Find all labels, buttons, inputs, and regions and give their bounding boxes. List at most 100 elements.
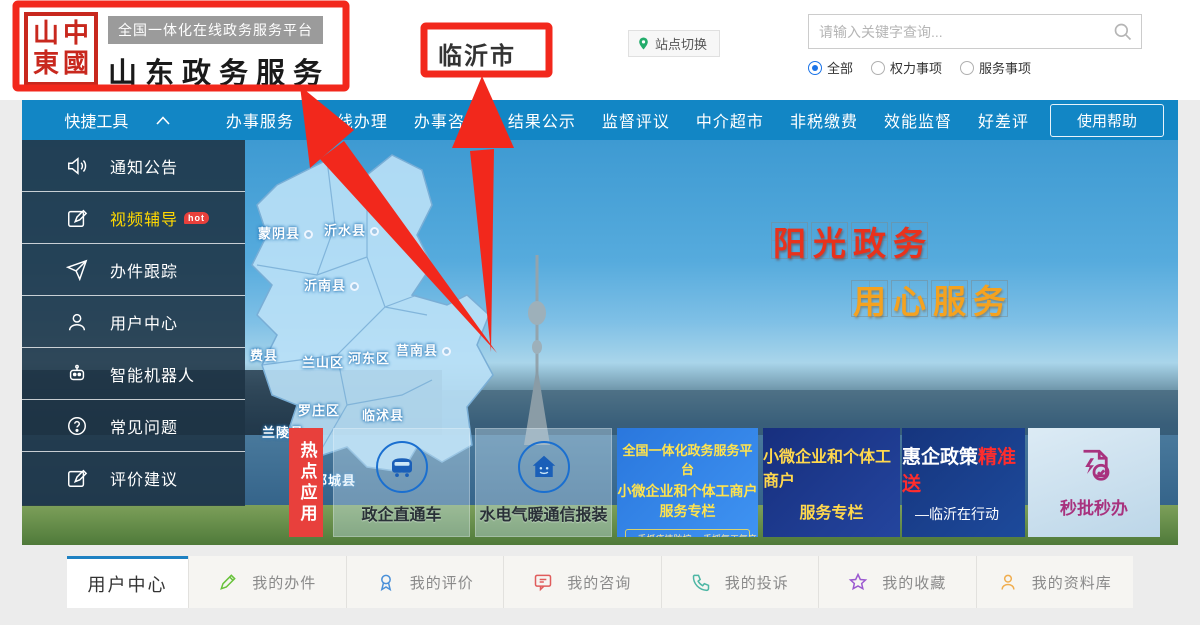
platform-badge: 全国一体化在线政务服务平台 — [108, 16, 323, 44]
seal-logo-icon: 山 中 東 國 — [24, 12, 98, 86]
main-nav: 快捷工具 办事服务 在线办理 办事咨询 结果公示 监督评议 中介超市 非税缴费 … — [22, 100, 1178, 140]
site-switch-button[interactable]: 站点切换 — [628, 30, 721, 57]
search-button[interactable] — [1105, 15, 1141, 48]
card-title: 水电气暖通信报装 — [479, 506, 608, 524]
card-line: 小微企业和个体工商户服务专栏 — [617, 483, 758, 519]
bottom-item-label: 我的资料库 — [1031, 574, 1112, 592]
card-line: 小微企业和个体工商户 — [763, 448, 892, 490]
district-marker-icon — [370, 227, 380, 237]
flash-doc-icon — [1083, 449, 1110, 481]
house-icon — [532, 455, 555, 477]
district-lanshan[interactable]: 兰山区 — [302, 352, 344, 371]
sidebar-item-label: 视频辅导 — [110, 211, 179, 229]
hero-banner: 蒙阴县 沂水县 沂南县 费县 兰山区 河东区 莒南县 罗庄区 临沭县 兰陵县 郯… — [22, 140, 1178, 545]
hot-apps-tag[interactable]: 热点应用 — [289, 428, 323, 537]
radio-icon — [871, 60, 886, 75]
nav-item-efficiency[interactable]: 效能监督 — [871, 108, 965, 132]
district-marker-icon — [350, 282, 360, 292]
bottom-item-label: 我的收藏 — [882, 574, 947, 592]
edit-icon — [68, 469, 88, 487]
radio-icon — [960, 60, 975, 75]
card-instant-approval[interactable]: 秒批秒办 — [1028, 428, 1160, 537]
my-consultations[interactable]: 我的咨询 — [503, 556, 661, 608]
card-gov-enterprise-express[interactable]: 政企直通车 — [333, 428, 470, 537]
seal-char: 東 — [32, 49, 59, 78]
ring-icon — [517, 440, 570, 493]
card-line: 全国一体化政务服务平台 — [622, 443, 753, 477]
sidebar-item-feedback[interactable]: 评价建议 — [22, 452, 245, 504]
my-complaints[interactable]: 我的投诉 — [660, 556, 818, 608]
card-enterprise-policy[interactable]: 惠企政策精准送 —临沂在行动 — [902, 428, 1025, 537]
nav-item-agency[interactable]: 中介超市 — [683, 108, 777, 132]
card-smb-column[interactable]: 小微企业和个体工商户 服务专栏 — [763, 428, 900, 537]
seal-char: 國 — [62, 49, 89, 78]
sidebar-item-label: 通知公告 — [110, 159, 179, 177]
filter-label: 全部 — [827, 61, 854, 76]
search-input[interactable] — [809, 23, 1105, 40]
edit-icon — [68, 209, 88, 227]
nav-item-supervise[interactable]: 监督评议 — [589, 108, 683, 132]
sidebar-item-notices[interactable]: 通知公告 — [22, 140, 245, 192]
my-library[interactable]: 我的资料库 — [975, 556, 1133, 608]
bottom-item-label: 我的评价 — [409, 574, 474, 592]
chevron-up-icon — [156, 115, 171, 125]
sidebar-item-faq[interactable]: 常见问题 — [22, 400, 245, 452]
star-icon — [848, 572, 868, 591]
robot-icon — [69, 364, 85, 380]
sidebar-item-robot[interactable]: 智能机器人 — [22, 348, 245, 400]
nav-item-services[interactable]: 办事服务 — [213, 108, 307, 132]
filter-power-items[interactable]: 权力事项 — [871, 58, 942, 77]
question-icon — [68, 416, 86, 435]
district-junan[interactable]: 莒南县 — [396, 340, 452, 359]
nav-item-online[interactable]: 在线办理 — [307, 108, 401, 132]
district-mengyin[interactable]: 蒙阴县 — [258, 223, 314, 242]
nav-item-consult[interactable]: 办事咨询 — [401, 108, 495, 132]
quick-tools-toggle[interactable]: 快捷工具 — [22, 100, 213, 140]
card-smb-platform[interactable]: 全国一体化政务服务平台 小微企业和个体工商户服务专栏 一手抓疫情防控 一手抓复工… — [617, 428, 758, 537]
sidebar-item-label: 评价建议 — [110, 472, 179, 489]
sidebar-item-video-tutorial[interactable]: 视频辅导 hot — [22, 192, 245, 244]
nav-item-nontax[interactable]: 非税缴费 — [777, 108, 871, 132]
slogan-heart-service: 用 心 服 务 — [851, 280, 1011, 321]
help-button[interactable]: 使用帮助 — [1049, 103, 1164, 137]
filter-all[interactable]: 全部 — [808, 58, 853, 77]
nav-items: 办事服务 在线办理 办事咨询 结果公示 监督评议 中介超市 非税缴费 效能监督 … — [213, 103, 1178, 137]
district-hedong[interactable]: 河东区 — [348, 348, 390, 367]
location-pin-icon — [639, 37, 648, 50]
district-linshu[interactable]: 临沭县 — [362, 405, 404, 424]
nav-item-results[interactable]: 结果公示 — [495, 108, 589, 132]
sidebar-item-label: 用户中心 — [110, 315, 179, 333]
my-favorites[interactable]: 我的收藏 — [818, 556, 976, 608]
sidebar-item-tracking[interactable]: 办件跟踪 — [22, 244, 245, 296]
card-subbox: 一手抓疫情防控 一手抓复工复产 政策易于知晓 服务一起办理 — [625, 529, 757, 537]
district-yishui[interactable]: 沂水县 — [324, 220, 380, 239]
train-icon — [391, 457, 412, 477]
card-line: 服务专栏 — [799, 504, 864, 522]
filter-service-items[interactable]: 服务事项 — [960, 58, 1031, 77]
bottom-item-label: 我的咨询 — [567, 574, 632, 592]
card-line: —临沂在行动 — [915, 505, 999, 522]
current-city[interactable]: 临沂市 — [438, 36, 516, 71]
district-luozhuang[interactable]: 罗庄区 — [298, 400, 340, 419]
my-reviews[interactable]: 我的评价 — [345, 556, 503, 608]
district-yinan[interactable]: 沂南县 — [304, 275, 360, 294]
card-utilities-install[interactable]: 水电气暖通信报装 — [475, 428, 612, 537]
badge-icon — [380, 574, 392, 592]
my-applications[interactable]: 我的办件 — [188, 556, 346, 608]
seal-char: 山 — [32, 19, 59, 48]
phone-icon — [692, 574, 709, 592]
slogan-sunshine-gov: 阳 光 政 务 — [771, 222, 931, 263]
sidebar-item-user-center[interactable]: 用户中心 — [22, 296, 245, 348]
quick-tools-label: 快捷工具 — [64, 114, 129, 131]
bottom-item-label: 我的办件 — [252, 574, 317, 592]
sidebar-item-label: 智能机器人 — [110, 367, 196, 385]
card-title: 政企直通车 — [361, 506, 442, 524]
card-line: 惠企政策 — [902, 446, 979, 468]
filter-label: 权力事项 — [890, 61, 943, 76]
site-logo[interactable]: 山 中 東 國 全国一体化在线政务服务平台 山东政务服务 — [24, 12, 330, 92]
ring-icon — [375, 440, 428, 493]
district-feixian[interactable]: 费县 — [250, 345, 278, 364]
nav-item-rating[interactable]: 好差评 — [965, 108, 1042, 132]
tab-user-center[interactable]: 用户中心 — [67, 556, 188, 608]
district-marker-icon — [442, 347, 452, 357]
